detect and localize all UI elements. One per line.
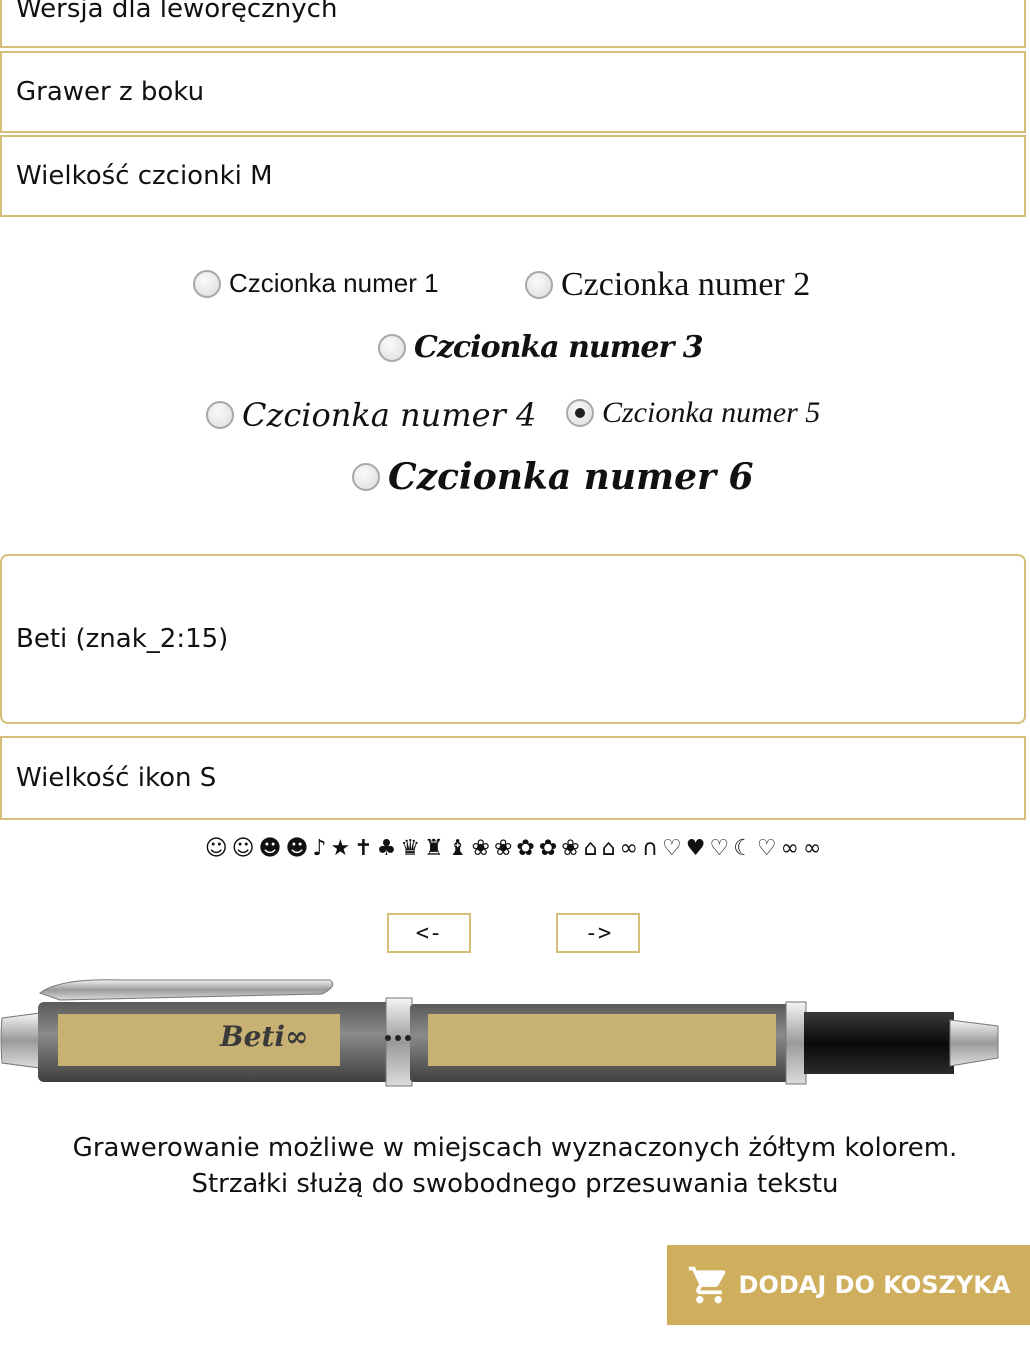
add-to-cart-button[interactable]: DODAJ DO KOSZYKA <box>667 1245 1030 1325</box>
info-line-1: Grawerowanie możliwe w miejscach wyznacz… <box>72 1133 958 1163</box>
add-to-cart-label: DODAJ DO KOSZYKA <box>738 1271 1011 1299</box>
font-radio-label: Czcionka numer 2 <box>561 266 811 303</box>
font-radio-label: Czcionka numer 6 <box>388 456 754 498</box>
pen-preview-image <box>0 979 999 1087</box>
radio-button[interactable] <box>378 333 406 362</box>
font-radio-3[interactable]: Czcionka numer 3 <box>378 330 704 365</box>
font-radio-label: Czcionka numer 4 <box>242 396 537 434</box>
engraving-info: Grawerowanie możliwe w miejscach wyznacz… <box>0 1130 1030 1202</box>
font-radio-4[interactable]: Czcionka numer 4 <box>206 396 536 434</box>
radio-button-selected[interactable] <box>566 399 594 427</box>
icon-size-label: Wielkość ikon S <box>16 763 217 793</box>
radio-button[interactable] <box>352 463 380 491</box>
engraving-text-input[interactable]: Beti (znak_2:15) <box>0 554 1026 724</box>
icon-picker-row[interactable]: ☺☺☻☻♪★✝♣♛♜♝❀❀✿✿❀⌂⌂∞∩♡♥♡☾♡∞∞ <box>0 836 1030 861</box>
font-radio-label: Czcionka numer 1 <box>229 268 439 298</box>
info-line-2: Strzałki służą do swobodnego przesuwania… <box>191 1169 839 1199</box>
font-radio-label: Czcionka numer 5 <box>602 396 821 429</box>
radio-button[interactable] <box>206 401 234 429</box>
move-left-button[interactable]: <- <box>387 913 471 953</box>
engraving-preview-text: Beti∞ <box>220 1020 309 1053</box>
radio-button[interactable] <box>193 269 221 298</box>
font-radio-2[interactable]: Czcionka numer 2 <box>525 266 810 304</box>
option-left-hand-version[interactable]: Wersja dla leworęcznych <box>0 0 1026 48</box>
option-font-size[interactable]: Wielkość czcionki M <box>0 135 1026 217</box>
radio-button[interactable] <box>525 271 553 299</box>
option-side-engraving[interactable]: Grawer z boku <box>0 51 1026 133</box>
icon-size-select[interactable]: Wielkość ikon S <box>0 736 1026 820</box>
font-radio-6[interactable]: Czcionka numer 6 <box>352 456 754 498</box>
move-right-button[interactable]: -> <box>556 913 640 953</box>
cart-icon <box>688 1266 725 1304</box>
font-radio-label: Czcionka numer 3 <box>414 330 704 365</box>
option-left-hand-label: Wersja dla leworęcznych <box>16 0 338 24</box>
option-side-engraving-label: Grawer z boku <box>16 77 205 107</box>
engraving-text-value: Beti (znak_2:15) <box>16 624 229 654</box>
engrave-zone-2 <box>428 1014 776 1066</box>
option-font-size-label: Wielkość czcionki M <box>16 161 273 191</box>
font-radio-1[interactable]: Czcionka numer 1 <box>193 268 439 299</box>
font-radio-5[interactable]: Czcionka numer 5 <box>566 396 820 430</box>
